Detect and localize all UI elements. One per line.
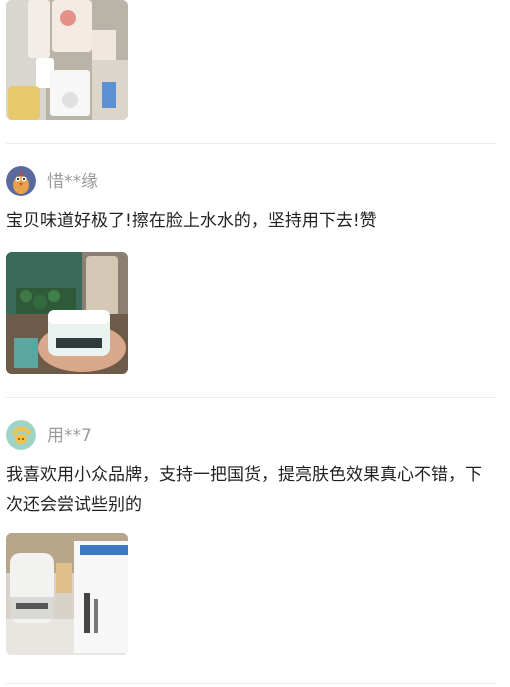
review-photo-thumbnail[interactable]: [6, 0, 128, 120]
review-text: 宝贝味道好极了!擦在脸上水水的，坚持用下去!赞: [6, 211, 377, 231]
product-photo: [6, 0, 128, 120]
username: 用**7: [47, 426, 92, 446]
review-text: 我喜欢用小众品牌，支持一把国货，提亮肤色效果真心不错，下次还会尝试些别的: [6, 465, 482, 515]
bird-avatar-icon: [6, 166, 36, 196]
review-list: 惜**缘 宝贝味道好极了!擦在脸上水水的，坚持用下去!赞 用**7 我喜欢用小众…: [0, 0, 510, 687]
user-avatar[interactable]: [6, 420, 36, 450]
divider: [6, 683, 496, 684]
paw-avatar-icon: [6, 420, 36, 450]
product-photo: [6, 533, 128, 655]
divider: [6, 397, 496, 398]
divider: [6, 143, 496, 144]
product-photo: [6, 252, 128, 374]
review-photo-thumbnail[interactable]: [6, 252, 128, 374]
username: 惜**缘: [47, 172, 98, 192]
user-avatar[interactable]: [6, 166, 36, 196]
review-photo-thumbnail[interactable]: [6, 533, 128, 655]
